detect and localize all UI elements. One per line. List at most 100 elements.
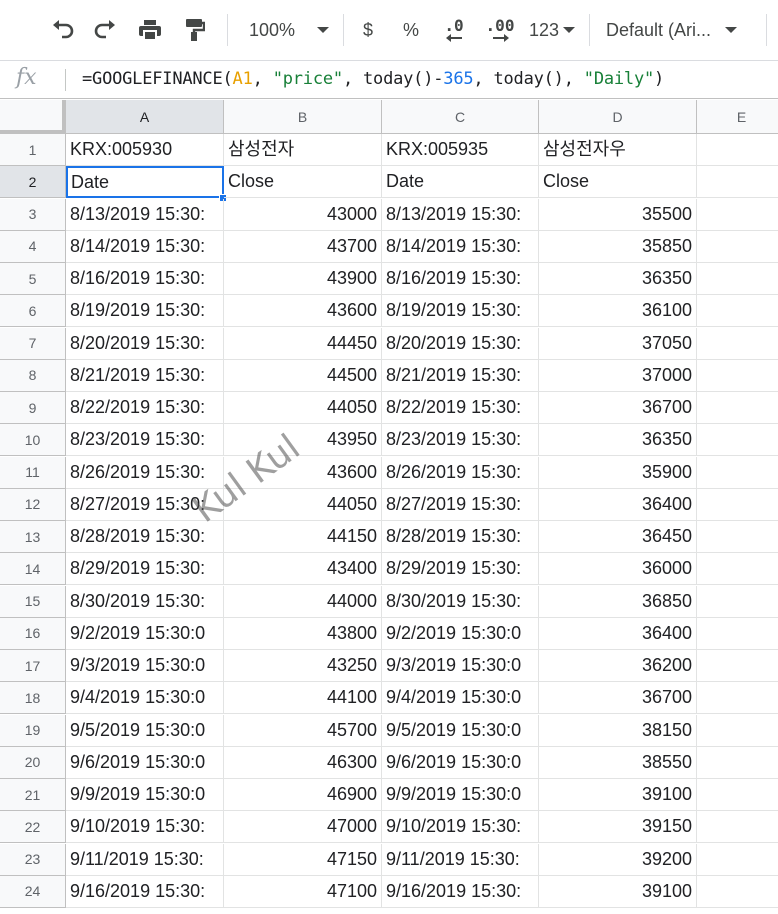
row-header[interactable]: 6 — [0, 295, 66, 328]
row-header[interactable]: 13 — [0, 521, 66, 553]
row-header[interactable]: 5 — [0, 263, 66, 295]
cell-c14[interactable]: 8/29/2019 15:30: — [382, 553, 539, 586]
cell-a8[interactable]: 8/21/2019 15:30: — [66, 359, 224, 392]
cell-a7[interactable]: 8/20/2019 15:30: — [66, 327, 224, 360]
cell-b16[interactable]: 43800 — [224, 617, 382, 650]
cell-a24[interactable]: 9/16/2019 15:30: — [66, 875, 224, 908]
cell-a16[interactable]: 9/2/2019 15:30:0 — [66, 617, 224, 650]
cell-d3[interactable]: 35500 — [539, 198, 697, 231]
row-header[interactable]: 17 — [0, 650, 66, 682]
cell-b6[interactable]: 43600 — [224, 295, 382, 328]
row-header[interactable]: 3 — [0, 198, 66, 231]
cell-d9[interactable]: 36700 — [539, 392, 697, 424]
cell-a2[interactable]: Date — [66, 166, 224, 199]
currency-format-button[interactable]: $ — [352, 14, 384, 46]
cell-a9[interactable]: 8/22/2019 15:30: — [66, 392, 224, 424]
cell-c8[interactable]: 8/21/2019 15:30: — [382, 359, 539, 392]
cell-a4[interactable]: 8/14/2019 15:30: — [66, 230, 224, 263]
print-icon[interactable] — [132, 14, 168, 46]
cell-e12[interactable] — [697, 489, 778, 521]
paint-format-icon[interactable] — [176, 14, 212, 46]
row-header[interactable]: 14 — [0, 553, 66, 586]
cell-b24[interactable]: 47100 — [224, 875, 382, 908]
row-header[interactable]: 11 — [0, 456, 66, 489]
cell-e19[interactable] — [697, 715, 778, 747]
cell-e23[interactable] — [697, 844, 778, 876]
cell-c17[interactable]: 9/3/2019 15:30:0 — [382, 650, 539, 682]
cell-e16[interactable] — [697, 618, 778, 650]
cell-d19[interactable]: 38150 — [539, 714, 697, 747]
cell-b10[interactable]: 43950 — [224, 424, 382, 457]
cell-c10[interactable]: 8/23/2019 15:30: — [382, 424, 539, 457]
row-header[interactable]: 1 — [0, 134, 66, 166]
cell-b17[interactable]: 43250 — [224, 650, 382, 682]
formula-input[interactable]: =GOOGLEFINANCE(A1, "price", today()-365,… — [82, 69, 664, 89]
cell-a15[interactable]: 8/30/2019 15:30: — [66, 585, 224, 618]
cell-e4[interactable] — [697, 231, 778, 263]
increase-decimal-button[interactable]: .00 — [480, 14, 520, 46]
cell-d1[interactable]: 삼성전자우 — [539, 134, 697, 166]
cell-c20[interactable]: 9/6/2019 15:30:0 — [382, 746, 539, 779]
cell-e7[interactable] — [697, 328, 778, 360]
cell-d24[interactable]: 39100 — [539, 875, 697, 908]
zoom-select[interactable]: 100% — [242, 14, 336, 46]
row-header[interactable]: 4 — [0, 230, 66, 263]
cell-b15[interactable]: 44000 — [224, 585, 382, 618]
more-formats-select[interactable]: 123 — [522, 14, 582, 46]
cell-b18[interactable]: 44100 — [224, 682, 382, 715]
cell-e6[interactable] — [697, 295, 778, 328]
cell-c19[interactable]: 9/5/2019 15:30:0 — [382, 714, 539, 747]
row-header[interactable]: 9 — [0, 392, 66, 424]
cell-b20[interactable]: 46300 — [224, 746, 382, 779]
cell-a12[interactable]: 8/27/2019 15:30: — [66, 488, 224, 521]
cell-d14[interactable]: 36000 — [539, 553, 697, 586]
cell-a22[interactable]: 9/10/2019 15:30: — [66, 811, 224, 844]
cell-c18[interactable]: 9/4/2019 15:30:0 — [382, 682, 539, 715]
row-header[interactable]: 15 — [0, 585, 66, 618]
row-header[interactable]: 8 — [0, 359, 66, 392]
cell-c21[interactable]: 9/9/2019 15:30:0 — [382, 779, 539, 811]
cell-d16[interactable]: 36400 — [539, 617, 697, 650]
row-header[interactable]: 18 — [0, 682, 66, 715]
cell-d12[interactable]: 36400 — [539, 488, 697, 521]
row-header[interactable]: 2 — [0, 166, 66, 199]
cell-b14[interactable]: 43400 — [224, 553, 382, 586]
cell-c7[interactable]: 8/20/2019 15:30: — [382, 327, 539, 360]
column-header-d[interactable]: D — [539, 100, 697, 134]
cell-d11[interactable]: 35900 — [539, 456, 697, 489]
cell-d22[interactable]: 39150 — [539, 811, 697, 844]
cell-e3[interactable] — [697, 199, 778, 231]
cell-b13[interactable]: 44150 — [224, 521, 382, 553]
cell-b21[interactable]: 46900 — [224, 779, 382, 811]
cell-d20[interactable]: 38550 — [539, 746, 697, 779]
cell-e14[interactable] — [697, 553, 778, 586]
select-all-corner[interactable] — [0, 100, 66, 134]
cell-b4[interactable]: 43700 — [224, 230, 382, 263]
cell-d2[interactable]: Close — [539, 166, 697, 199]
row-header[interactable]: 7 — [0, 327, 66, 360]
cell-c16[interactable]: 9/2/2019 15:30:0 — [382, 617, 539, 650]
cell-c15[interactable]: 8/30/2019 15:30: — [382, 585, 539, 618]
font-family-select[interactable]: Default (Ari... — [606, 14, 756, 46]
cell-b5[interactable]: 43900 — [224, 263, 382, 295]
cell-c6[interactable]: 8/19/2019 15:30: — [382, 295, 539, 328]
cell-c23[interactable]: 9/11/2019 15:30: — [382, 843, 539, 876]
cell-d7[interactable]: 37050 — [539, 327, 697, 360]
cell-a6[interactable]: 8/19/2019 15:30: — [66, 295, 224, 328]
cell-a3[interactable]: 8/13/2019 15:30: — [66, 198, 224, 231]
cell-a13[interactable]: 8/28/2019 15:30: — [66, 521, 224, 553]
cell-b9[interactable]: 44050 — [224, 392, 382, 424]
cell-b19[interactable]: 45700 — [224, 714, 382, 747]
cell-a23[interactable]: 9/11/2019 15:30: — [66, 843, 224, 876]
cell-e10[interactable] — [697, 424, 778, 457]
cell-b3[interactable]: 43000 — [224, 198, 382, 231]
cell-e11[interactable] — [697, 457, 778, 489]
cell-a21[interactable]: 9/9/2019 15:30:0 — [66, 779, 224, 811]
cell-a11[interactable]: 8/26/2019 15:30: — [66, 456, 224, 489]
row-header[interactable]: 24 — [0, 875, 66, 908]
cell-e2[interactable] — [697, 166, 778, 199]
cell-d18[interactable]: 36700 — [539, 682, 697, 715]
cell-e21[interactable] — [697, 779, 778, 811]
column-header-a[interactable]: A — [66, 100, 224, 134]
cell-b12[interactable]: 44050 — [224, 488, 382, 521]
